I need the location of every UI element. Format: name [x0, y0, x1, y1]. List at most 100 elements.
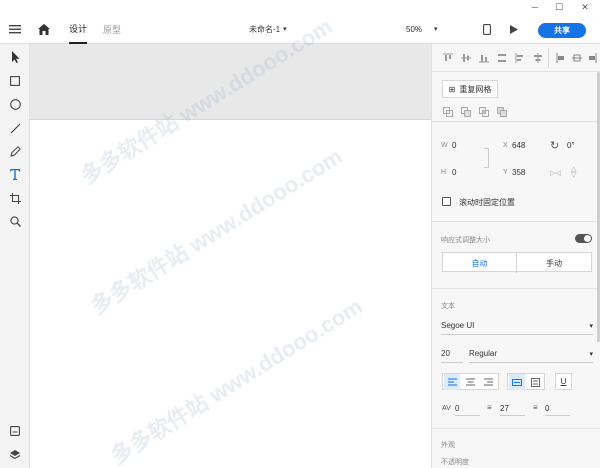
home-icon[interactable]: [38, 14, 50, 44]
transform-section: W 0 H 0 X 648 Y 358 ↻ 0° ▷◁ △ ▽ 滚动时固定位置: [432, 122, 600, 222]
align-left-icon[interactable]: [512, 50, 528, 66]
responsive-manual-button[interactable]: 手动: [517, 253, 591, 273]
rectangle-tool-icon[interactable]: [6, 72, 24, 90]
play-icon[interactable]: [510, 14, 518, 44]
height-field[interactable]: 0: [452, 168, 456, 177]
tools-sidebar: [0, 44, 30, 468]
boolean-exclude-icon[interactable]: [494, 104, 510, 120]
divider: [548, 48, 549, 68]
responsive-section: 响应式调整大小 自动 手动: [432, 222, 600, 289]
pen-tool-icon[interactable]: [6, 142, 24, 160]
font-family-select[interactable]: Segoe UI ▾: [441, 319, 593, 335]
char-spacing-field[interactable]: 0: [455, 402, 480, 416]
boolean-intersect-icon[interactable]: [476, 104, 492, 120]
height-label: H: [441, 169, 447, 176]
font-size-value: 20: [441, 349, 450, 358]
zoom-value: 50%: [406, 24, 423, 34]
text-align-center-icon[interactable]: [462, 374, 478, 390]
align-center-icon[interactable]: [530, 50, 546, 66]
document-title-text: 未命名-1: [249, 24, 281, 34]
x-field[interactable]: 648: [512, 141, 525, 150]
rotation-field[interactable]: 0°: [567, 141, 575, 150]
fix-position-label: 滚动时固定位置: [459, 198, 515, 207]
paragraph-spacing-value: 0: [545, 404, 550, 413]
flip-horizontal-icon[interactable]: ▷◁: [550, 169, 561, 177]
char-spacing-value: 0: [455, 404, 460, 413]
align-bottom-icon[interactable]: [476, 50, 492, 66]
zoom-tool-icon[interactable]: [6, 212, 24, 230]
y-label: Y: [503, 169, 508, 176]
distribute-vertical-icon[interactable]: [494, 50, 510, 66]
char-spacing-icon: AV: [442, 405, 451, 412]
maximize-button[interactable]: ☐: [548, 0, 570, 14]
artboard[interactable]: [30, 119, 431, 468]
top-toolbar: 设计 原型 未命名-1 ▾ 50% ▾ 共享: [0, 14, 600, 44]
text-align-right-icon[interactable]: [480, 374, 496, 390]
line-tool-icon[interactable]: [6, 119, 24, 137]
artboard-tool-icon[interactable]: [6, 189, 24, 207]
lock-aspect-icon[interactable]: [484, 148, 489, 168]
text-section-label: 文本: [441, 303, 455, 310]
menu-icon[interactable]: [9, 14, 21, 44]
rotate-icon: ↻: [550, 140, 560, 152]
paragraph-spacing-icon: ≡: [533, 403, 538, 412]
select-tool-icon[interactable]: [6, 48, 24, 66]
close-button[interactable]: ✕: [574, 0, 596, 14]
fix-position-checkbox[interactable]: [442, 197, 451, 206]
chevron-down-icon: ▾: [589, 323, 593, 330]
align-left-edge-icon[interactable]: [553, 50, 569, 66]
font-size-field[interactable]: 20: [441, 347, 463, 363]
paragraph-spacing-field[interactable]: 0: [545, 402, 570, 416]
auto-width-icon[interactable]: [509, 374, 525, 390]
fixed-size-icon[interactable]: [527, 374, 543, 390]
align-section: [432, 44, 600, 72]
align-top-icon[interactable]: [440, 50, 456, 66]
text-align-left-icon[interactable]: [444, 374, 460, 390]
repeat-grid-button[interactable]: ⊞ 重复网格: [442, 80, 498, 98]
assets-icon[interactable]: [6, 422, 24, 440]
chevron-down-icon: ▾: [589, 351, 593, 358]
width-field[interactable]: 0: [452, 141, 456, 150]
align-horizontal-center-icon[interactable]: [569, 50, 585, 66]
line-spacing-icon: ≡: [487, 403, 492, 412]
boolean-subtract-icon[interactable]: [458, 104, 474, 120]
title-bar: ─ ☐ ✕: [0, 0, 600, 14]
appearance-label: 外观: [441, 442, 455, 449]
opacity-label: 不透明度: [441, 459, 469, 466]
tab-prototype[interactable]: 原型: [103, 14, 121, 44]
tab-design[interactable]: 设计: [69, 14, 88, 44]
width-label: W: [441, 142, 448, 149]
line-spacing-field[interactable]: 27: [500, 402, 525, 416]
grid-icon: ⊞: [448, 84, 456, 94]
repeat-grid-label: 重复网格: [459, 84, 492, 94]
flip-vertical-icon[interactable]: △ ▽: [571, 166, 576, 179]
font-weight-value: Regular: [469, 349, 498, 358]
responsive-toggle[interactable]: [575, 234, 592, 243]
layers-icon[interactable]: [6, 445, 24, 463]
line-spacing-value: 27: [500, 404, 509, 413]
underline-button[interactable]: U: [555, 373, 572, 390]
canvas[interactable]: 多多软件站 www.ddooo.com 多多软件站 www.ddooo.com …: [30, 13, 431, 468]
align-right-edge-icon[interactable]: [584, 50, 600, 66]
font-weight-select[interactable]: Regular ▾: [469, 347, 593, 363]
boolean-add-icon[interactable]: [440, 104, 456, 120]
device-preview-icon[interactable]: [483, 14, 491, 44]
responsive-auto-button[interactable]: 自动: [443, 253, 517, 273]
document-title[interactable]: 未命名-1 ▾: [249, 14, 287, 44]
appearance-section: 外观 不透明度: [432, 429, 600, 468]
share-button[interactable]: 共享: [538, 23, 586, 38]
responsive-label: 响应式调整大小: [441, 237, 490, 244]
toggle-knob: [584, 235, 591, 242]
font-family-value: Segoe UI: [441, 321, 475, 330]
align-middle-icon[interactable]: [458, 50, 474, 66]
ellipse-tool-icon[interactable]: [6, 95, 24, 113]
zoom-select[interactable]: 50% ▾: [406, 14, 438, 44]
chevron-down-icon: ▾: [434, 26, 438, 33]
x-label: X: [503, 142, 508, 149]
y-field[interactable]: 358: [512, 168, 525, 177]
text-section: 文本 Segoe UI ▾ 20 Regular ▾ U AV 0 ≡ 27 ≡: [432, 289, 600, 429]
text-tool-icon[interactable]: [6, 165, 24, 183]
repeat-grid-section: ⊞ 重复网格: [432, 72, 600, 122]
minimize-button[interactable]: ─: [524, 0, 546, 14]
chevron-down-icon: ▾: [283, 26, 287, 33]
